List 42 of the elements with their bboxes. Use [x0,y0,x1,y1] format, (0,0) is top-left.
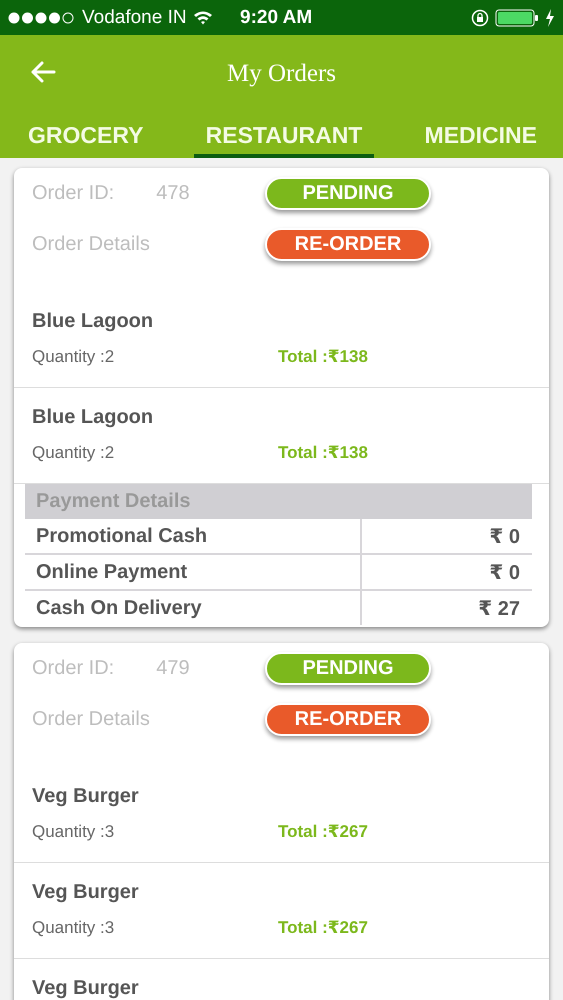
item-total: Total :₹267 [278,918,368,938]
item-total: Total :₹138 [278,443,368,463]
wifi-icon [192,10,213,25]
item-name: Veg Burger [32,977,140,1000]
category-tab[interactable]: GROCERY [16,113,156,158]
item-total: Total :₹267 [278,822,368,842]
payment-amount: ₹ 0 [488,524,521,548]
item-quantity: Quantity :3 [32,822,116,842]
order-id: 478 [156,182,190,205]
order-id-label: Order ID: [32,657,114,680]
item-name: Blue Lagoon [32,406,154,429]
reorder-button[interactable]: RE-ORDER [265,703,431,736]
order-details-label: Order Details [32,708,150,731]
item-name: Veg Burger [32,785,140,808]
carrier-name: Vodafone IN [82,6,187,28]
item-total: Total :₹138 [278,347,368,367]
payment-label: Promotional Cash [25,519,362,553]
reorder-button[interactable]: RE-ORDER [265,228,431,261]
item-quantity: Quantity :2 [32,443,116,463]
payment-label: Cash On Delivery [25,591,362,625]
item-name: Blue Lagoon [32,310,154,333]
rotation-lock-icon [471,8,489,26]
order-id: 479 [156,657,190,680]
charging-icon [545,8,555,26]
item-quantity: Quantity :3 [32,918,116,938]
item-name: Veg Burger [32,881,140,904]
category-tab[interactable]: MEDICINE [412,113,549,158]
payment-amount: ₹ 27 [477,596,521,620]
battery-icon [495,8,539,26]
status-badge: PENDING [265,652,431,685]
item-quantity: Quantity :2 [32,347,116,367]
order-details-label: Order Details [32,233,150,256]
payment-amount: ₹ 0 [488,560,521,584]
order-id-label: Order ID: [32,182,114,205]
category-tab[interactable]: RESTAURANT [194,113,374,158]
signal-icon [8,12,76,24]
back-arrow-icon[interactable] [30,61,56,83]
status-time: 9:20 AM [240,6,312,28]
screen-title: My Orders [226,60,336,88]
status-badge: PENDING [265,177,431,210]
payment-label: Online Payment [25,555,362,589]
payment-details-header: Payment Details [25,484,532,519]
